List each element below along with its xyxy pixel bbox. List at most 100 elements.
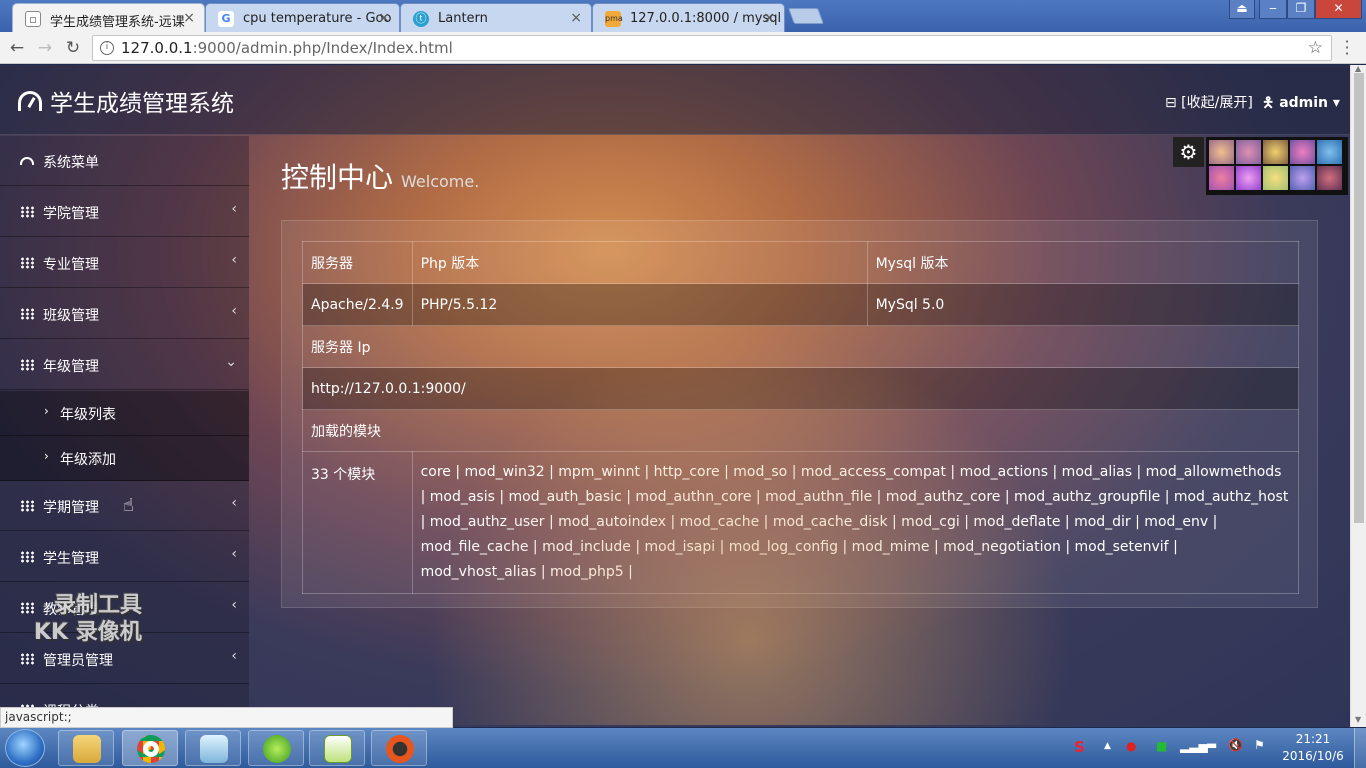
grid-icon [20,602,34,614]
sidebar-item-class[interactable]: 班级管理 ‹ [0,289,249,339]
grid-icon [20,551,34,563]
page-title-text: 控制中心 [281,161,394,194]
chevron-left-icon: ‹ [231,201,237,217]
app-tray-icon[interactable]: ■ [1156,739,1167,753]
clock[interactable]: 21:21 2016/10/6 [1278,731,1348,765]
url-path: :9000/admin.php/Index/Index.html [192,39,453,57]
taskbar-explorer[interactable] [58,730,114,766]
theme-swatch[interactable] [1317,166,1342,190]
url-host: 127.0.0.1 [121,39,193,57]
watermark-line: KK 录像机 [34,620,142,645]
theme-swatch[interactable] [1209,166,1234,190]
sidebar-item-label: 班级管理 [43,308,99,324]
new-tab-button[interactable] [788,8,824,24]
table-row: 服务器 Php 版本 Mysql 版本 [302,241,1300,284]
tray-expand-icon[interactable]: ▲ [1104,741,1111,751]
recorder-watermark: 录制工具 KK 录像机 [34,592,142,646]
user-name: admin [1279,95,1329,111]
close-icon[interactable]: × [763,10,775,26]
tab-title: 127.0.0.1:8000 / mysql [630,11,782,26]
action-center-icon[interactable]: ⚑ [1254,738,1265,752]
notepad-icon [200,735,228,763]
theme-swatch[interactable] [1263,166,1288,190]
close-icon[interactable]: × [183,10,195,26]
network-icon[interactable]: ▂▃▅ [1180,739,1208,753]
sidebar-item-major[interactable]: 专业管理 ‹ [0,238,249,288]
tab-phpmyadmin[interactable]: pma 127.0.0.1:8000 / mysql × [592,3,785,32]
lantern-icon: ⓣ [413,11,429,27]
brand[interactable]: 学生成绩管理系统 [18,84,234,118]
browser-tabbar: ▫ 学生成绩管理系统-远课 × G cpu temperature - Goo … [0,0,1366,32]
sidebar-item-label: 专业管理 [43,257,99,273]
show-desktop-button[interactable] [1354,728,1366,768]
close-icon[interactable]: × [378,10,390,26]
google-icon: G [218,11,234,27]
chevron-left-icon: ‹ [231,546,237,562]
page-scrollbar[interactable]: ▲ ▼ [1350,64,1366,727]
recorder-icon [386,735,414,763]
sogou-icon[interactable]: S [1074,738,1085,756]
status-bar: javascript:; [0,707,453,728]
toggle-sidebar-link[interactable]: ⊟ [收起/展开] [1165,92,1253,112]
url-input[interactable]: i 127.0.0.1:9000/admin.php/Index/Index.h… [92,35,1332,61]
taskbar-recorder[interactable] [371,730,427,766]
theme-swatch[interactable] [1263,140,1288,164]
back-icon[interactable]: ← [6,37,28,59]
display-icon[interactable]: ▬ [1206,738,1217,752]
sidebar-item-college[interactable]: 学院管理 ‹ [0,187,249,237]
sidebar-item-label: 学生管理 [43,551,99,567]
server-info-table: 服务器 Php 版本 Mysql 版本 Apache/2.4.9 PHP/5.5… [302,241,1300,594]
close-icon[interactable]: × [570,10,582,26]
grid-icon [20,500,34,512]
clock-date: 2016/10/6 [1282,749,1344,763]
minimize-icon[interactable]: ‒ [1259,0,1287,19]
taskbar-chrome[interactable] [122,730,178,766]
page-content: 学生成绩管理系统 ⊟ [收起/展开] 🯅 admin ▾ 系统菜单 学院管理 ‹… [0,65,1350,727]
tab-student-system[interactable]: ▫ 学生成绩管理系统-远课 × [12,3,205,32]
sidebar-item-label: 管理员管理 [43,653,113,669]
sidebar-item-system-menu[interactable]: 系统菜单 [0,136,249,186]
tab-title: 学生成绩管理系统-远课 [50,15,185,30]
theme-swatch[interactable] [1236,140,1261,164]
antivirus-icon[interactable]: ● [1126,739,1136,753]
table-row: 加载的模块 [302,409,1299,452]
tab-lantern[interactable]: ⓣ Lantern × [400,3,592,32]
sidebar-item-label: 系统菜单 [43,155,99,171]
table-cell: 加载的模块 [302,409,1299,452]
sidebar-subitem-label: 年级添加 [60,452,116,468]
gear-icon[interactable]: ⚙ [1173,137,1204,167]
tab-cpu-temperature[interactable]: G cpu temperature - Goo × [205,3,400,32]
scroll-down-icon[interactable]: ▼ [1355,715,1361,724]
maximize-icon[interactable]: ❐ [1287,0,1315,19]
info-icon[interactable]: i [100,41,114,55]
sidebar-item-student[interactable]: 学生管理 ‹ [0,532,249,582]
bookmark-star-icon[interactable]: ☆ [1308,36,1323,60]
sidebar-item-grade[interactable]: 年级管理 ⌄ [0,340,249,390]
modules-list: core | mod_win32 | mpm_winnt | http_core… [411,451,1300,594]
scrollbar-thumb[interactable] [1354,73,1364,523]
table-row: 服务器 Ip [302,325,1299,368]
theme-swatch[interactable] [1290,140,1315,164]
lantern-icon [263,735,291,763]
table-cell: Apache/2.4.9 [302,283,413,326]
user-menu[interactable]: 🯅 admin ▾ [1262,92,1340,116]
profile-icon[interactable]: ⏏ [1229,0,1255,19]
theme-swatch[interactable] [1317,140,1342,164]
scroll-up-icon[interactable]: ▲ [1355,64,1361,73]
theme-swatch[interactable] [1209,140,1234,164]
taskbar-lantern[interactable] [248,730,304,766]
table-row: Apache/2.4.9 PHP/5.5.12 MySql 5.0 [302,283,1300,326]
forward-icon[interactable]: → [34,37,56,59]
taskbar-notepad[interactable] [185,730,241,766]
caret-down-icon: ▾ [1332,95,1340,111]
start-button[interactable] [5,729,45,767]
chrome-menu-icon[interactable]: · · · [1343,34,1351,62]
reload-icon[interactable]: ↻ [62,37,84,59]
sidebar-subitem-grade-list[interactable]: › 年级列表 [0,391,249,436]
taskbar-notepadpp[interactable] [309,730,365,766]
volume-muted-icon[interactable]: 🔇 [1228,738,1243,752]
window-close-icon[interactable]: ✕ [1315,0,1362,19]
sidebar-subitem-grade-add[interactable]: › 年级添加 [0,436,249,481]
theme-swatch[interactable] [1290,166,1315,190]
theme-swatch[interactable] [1236,166,1261,190]
